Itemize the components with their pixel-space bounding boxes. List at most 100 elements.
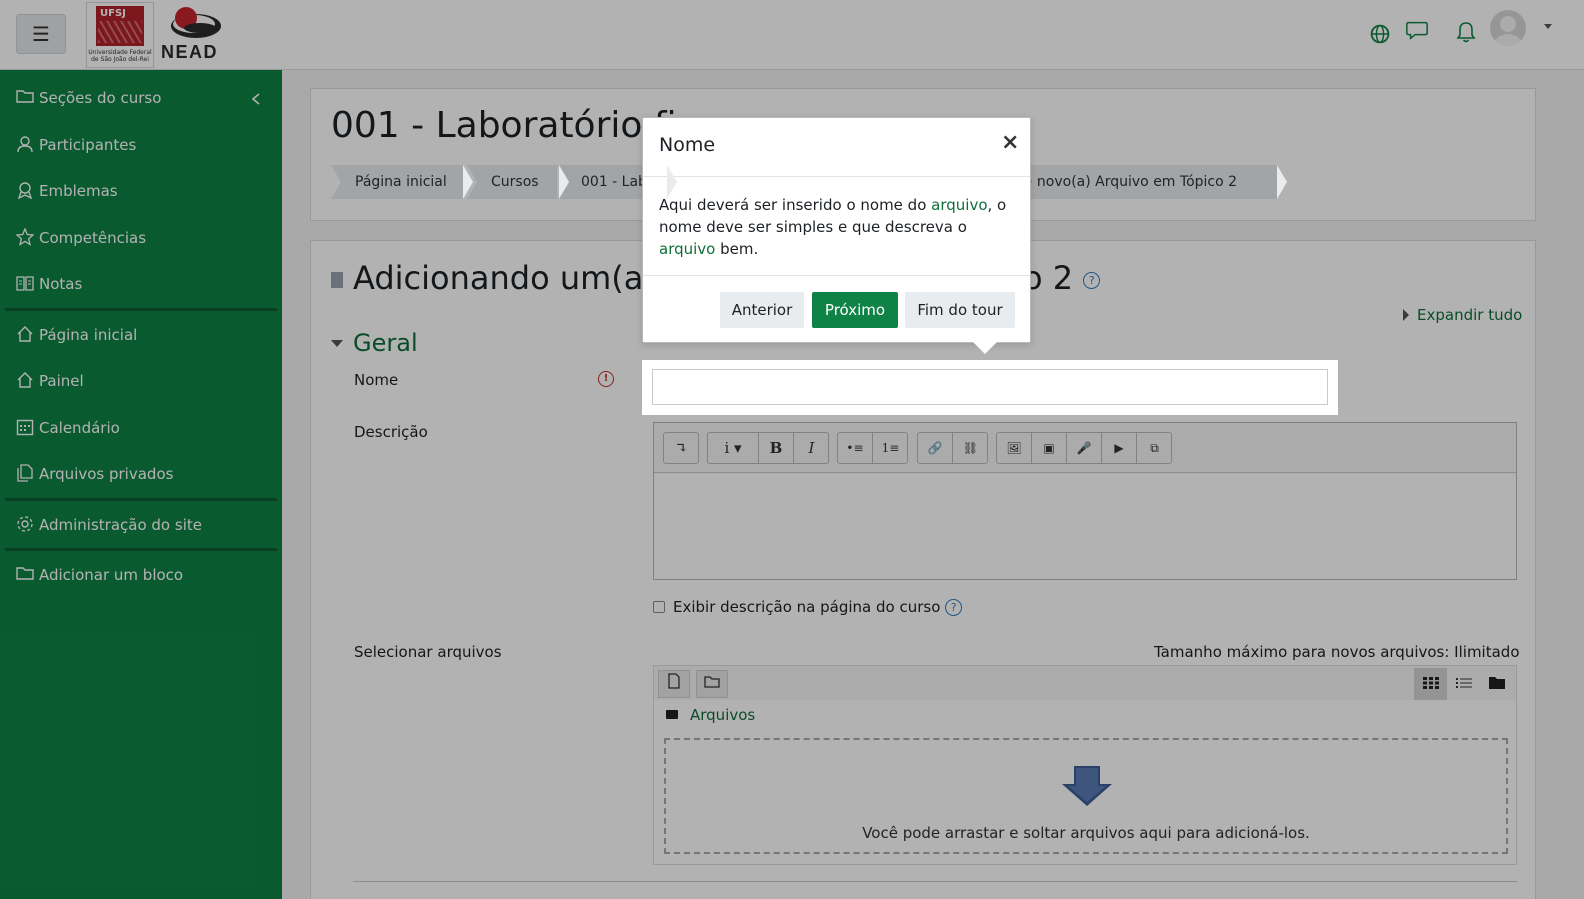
show-description-checkbox[interactable] bbox=[653, 601, 665, 613]
file-manager: Arquivos Você pode arrastar e soltar arq… bbox=[653, 665, 1517, 865]
folder-icon bbox=[16, 567, 34, 580]
grid-view-button[interactable] bbox=[1414, 668, 1447, 700]
toolbar-ordered-list-button[interactable]: 1≡ bbox=[873, 433, 908, 463]
chevron-left-icon[interactable] bbox=[250, 92, 262, 106]
create-folder-button[interactable] bbox=[696, 670, 728, 698]
folder-icon bbox=[16, 90, 34, 103]
form-heading-tail: o 2 ? bbox=[1023, 259, 1101, 297]
tour-body-link[interactable]: arquivo bbox=[659, 240, 715, 258]
toolbar-record-video-button[interactable]: ▶ bbox=[1102, 433, 1137, 463]
file-manager-toolbar bbox=[654, 666, 1516, 700]
tour-body-text: bem. bbox=[715, 240, 759, 258]
chat-icon[interactable] bbox=[1405, 18, 1429, 42]
ufsj-logo-lines bbox=[98, 21, 142, 43]
sidebar-item-badges[interactable]: Emblemas bbox=[16, 177, 272, 205]
sidebar-divider bbox=[5, 308, 277, 311]
help-icon[interactable]: ? bbox=[1083, 271, 1101, 289]
previous-button[interactable]: Anterior bbox=[720, 292, 804, 328]
sidebar-divider bbox=[5, 498, 277, 501]
toolbar-record-audio-button[interactable]: 🎤 bbox=[1067, 433, 1102, 463]
toolbar-italic-button[interactable]: I bbox=[794, 433, 829, 463]
sidebar-item-label: Adicionar um bloco bbox=[39, 566, 184, 584]
toolbar-unlink-button[interactable]: ⛓ bbox=[953, 433, 988, 463]
grades-icon bbox=[16, 276, 34, 291]
caret-down-icon[interactable] bbox=[1544, 24, 1552, 29]
sidebar-item-label: Notas bbox=[39, 275, 83, 293]
name-input[interactable] bbox=[652, 369, 1328, 405]
nead-logo-swoosh bbox=[171, 7, 221, 38]
ufsj-logo-text: UFSJ bbox=[100, 8, 126, 19]
hamburger-icon[interactable]: ☰ bbox=[16, 14, 66, 54]
page-title: 001 - Laboratório fi bbox=[331, 105, 677, 146]
section-geral-toggle[interactable]: Geral bbox=[331, 329, 418, 357]
sidebar-item-label: Página inicial bbox=[39, 326, 138, 344]
list-view-button[interactable] bbox=[1447, 668, 1480, 700]
badge-icon bbox=[17, 182, 33, 199]
tour-body-link[interactable]: arquivo bbox=[931, 196, 987, 214]
sidebar-item-dashboard[interactable]: Painel bbox=[16, 367, 272, 395]
toolbar-bold-button[interactable]: B bbox=[759, 433, 794, 463]
file-dropzone[interactable]: Você pode arrastar e soltar arquivos aqu… bbox=[664, 738, 1508, 854]
toolbar-media-button[interactable]: ▣ bbox=[1032, 433, 1067, 463]
nead-logo-text: NEAD bbox=[161, 42, 219, 62]
tour-spotlight bbox=[642, 360, 1338, 415]
page-title-text: 001 - Laboratório bbox=[331, 105, 643, 146]
sidebar-item-calendar[interactable]: Calendário bbox=[16, 414, 272, 442]
breadcrumb-courses[interactable]: Cursos bbox=[467, 165, 569, 199]
toolbar-manage-files-button[interactable]: ⧉ bbox=[1137, 433, 1172, 463]
breadcrumb-home[interactable]: Página inicial bbox=[331, 165, 473, 199]
sidebar-item-competencies[interactable]: Competências bbox=[16, 224, 272, 252]
next-button[interactable]: Próximo bbox=[812, 292, 898, 328]
toolbar-group-media: 🖼 ▣ 🎤 ▶ ⧉ bbox=[996, 432, 1172, 464]
toolbar-group-links: 🔗 ⛓ bbox=[917, 432, 988, 464]
files-icon bbox=[17, 464, 33, 482]
ufsj-logo[interactable]: UFSJ Universidade Federal de São João de… bbox=[86, 2, 154, 68]
toolbar-paragraph-button[interactable]: i ▾ bbox=[708, 433, 759, 463]
sidebar-item-label: Painel bbox=[39, 372, 84, 390]
ufsj-logo-caption: Universidade Federal de São João del-Rei bbox=[88, 49, 152, 63]
sidebar-divider bbox=[5, 548, 277, 551]
sidebar-item-site-admin[interactable]: Administração do site bbox=[16, 511, 272, 539]
tree-view-button[interactable] bbox=[1480, 668, 1513, 700]
close-icon[interactable]: × bbox=[1001, 130, 1019, 155]
file-icon bbox=[668, 673, 680, 689]
nead-logo[interactable]: NEAD bbox=[158, 4, 228, 66]
help-icon[interactable]: ? bbox=[945, 599, 963, 616]
avatar[interactable] bbox=[1490, 10, 1526, 46]
description-textarea[interactable] bbox=[654, 474, 1516, 579]
tour-popover: Nome × Aqui deverá ser inserido o nome d… bbox=[642, 117, 1031, 354]
max-file-size: Tamanho máximo para novos arquivos: Ilim… bbox=[1154, 643, 1520, 661]
sidebar-item-add-block[interactable]: Adicionar um bloco bbox=[16, 561, 272, 589]
bell-icon[interactable] bbox=[1454, 20, 1478, 44]
show-description-row: Exibir descrição na página do curso ? bbox=[653, 598, 963, 616]
sidebar-item-label: Competências bbox=[39, 229, 147, 247]
toolbar-link-button[interactable]: 🔗 bbox=[918, 433, 953, 463]
toolbar-image-button[interactable]: 🖼 bbox=[997, 433, 1032, 463]
sidebar-item-grades[interactable]: Notas bbox=[16, 270, 272, 298]
sidebar-item-home[interactable]: Página inicial bbox=[16, 321, 272, 349]
list-icon bbox=[1455, 678, 1472, 688]
calendar-icon bbox=[16, 419, 34, 436]
sidebar-item-label: Participantes bbox=[39, 136, 137, 154]
globe-icon[interactable] bbox=[1368, 22, 1392, 46]
toolbar-unordered-list-button[interactable]: •≡ bbox=[838, 433, 873, 463]
tour-popover-title: Nome bbox=[659, 134, 716, 156]
required-icon: ! bbox=[598, 371, 614, 387]
sidebar-item-private-files[interactable]: Arquivos privados bbox=[16, 460, 272, 488]
folder-icon bbox=[1488, 677, 1505, 689]
sidebar-item-participants[interactable]: Participantes bbox=[16, 131, 272, 159]
add-file-button[interactable] bbox=[658, 670, 690, 698]
form-heading: Adicionando um(a) bbox=[331, 259, 656, 297]
expand-all-link[interactable]: Expandir tudo bbox=[1403, 306, 1522, 324]
sidebar-item-course-sections[interactable]: Seções do curso bbox=[16, 84, 272, 112]
file-path[interactable]: Arquivos bbox=[666, 706, 755, 724]
document-icon bbox=[331, 272, 343, 288]
tour-body-text: Aqui deverá ser inserido o nome do bbox=[659, 196, 932, 214]
description-editor: ↴ i ▾ B I •≡ 1≡ 🔗 ⛓ 🖼 ▣ 🎤 ▶ ⧉ bbox=[653, 422, 1517, 580]
toolbar-group-style: i ▾ B I bbox=[707, 432, 829, 464]
file-path-label: Arquivos bbox=[690, 706, 756, 724]
toolbar-toggle-button[interactable]: ↴ bbox=[664, 433, 699, 463]
sidebar-item-label: Seções do curso bbox=[39, 89, 162, 107]
sidebar: Seções do curso Participantes Emblemas C… bbox=[0, 70, 282, 899]
end-tour-button[interactable]: Fim do tour bbox=[905, 292, 1015, 328]
